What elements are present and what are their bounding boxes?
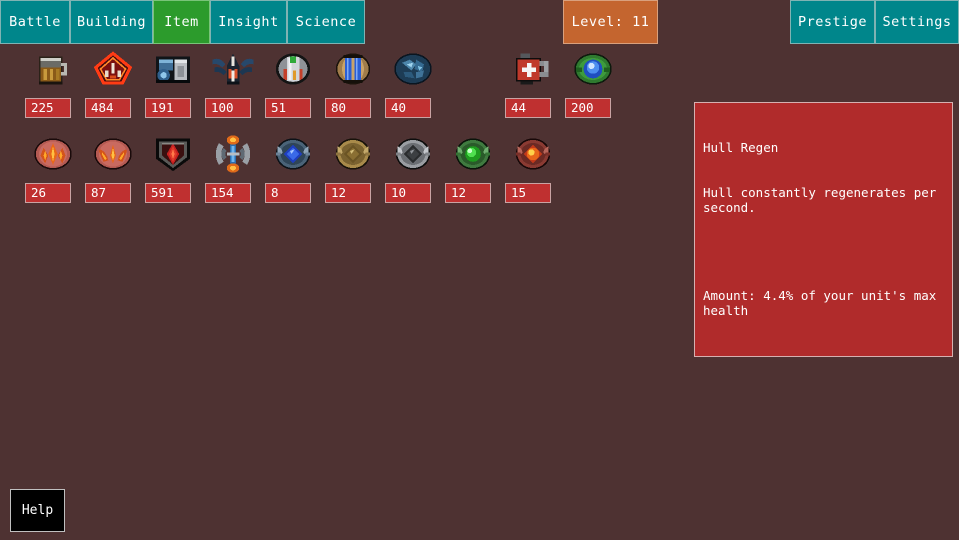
item-count-badge: 44 xyxy=(505,98,551,118)
item-slot[interactable]: 225 xyxy=(22,44,84,128)
item-slot[interactable]: 87 xyxy=(82,129,144,213)
tab-insight-label: Insight xyxy=(218,14,279,30)
tab-building-label: Building xyxy=(76,14,147,30)
tab-prestige-label: Prestige xyxy=(797,14,868,30)
item-slot[interactable]: 80 xyxy=(322,44,384,128)
tab-settings-label: Settings xyxy=(882,14,952,30)
tooltip-amount: Amount: 4.4% of your unit's max health xyxy=(703,288,944,318)
tooltip-description: Hull constantly regenerates per second. xyxy=(703,185,944,215)
tab-prestige[interactable]: Prestige xyxy=(790,0,875,44)
item-slot[interactable]: 200 xyxy=(562,44,624,128)
item-slot[interactable]: 12 xyxy=(322,129,384,213)
silver-capsule-icon[interactable] xyxy=(262,44,324,94)
item-slot[interactable]: 8 xyxy=(262,129,324,213)
tab-settings[interactable]: Settings xyxy=(875,0,959,44)
tab-science-label: Science xyxy=(295,14,357,30)
tooltip-spacer xyxy=(703,245,944,258)
item-slot[interactable]: 191 xyxy=(142,44,204,128)
item-count-badge: 80 xyxy=(325,98,371,118)
item-count-badge: 8 xyxy=(265,183,311,203)
item-tooltip: Hull Regen Hull constantly regenerates p… xyxy=(694,102,953,357)
twin-blue-rods-icon[interactable] xyxy=(322,44,384,94)
item-count-badge: 87 xyxy=(85,183,131,203)
tab-battle[interactable]: Battle xyxy=(0,0,70,44)
item-count-badge: 51 xyxy=(265,98,311,118)
item-count-badge: 191 xyxy=(145,98,191,118)
tab-insight[interactable]: Insight xyxy=(210,0,287,44)
item-slot[interactable]: 12 xyxy=(442,129,504,213)
item-slot[interactable]: 26 xyxy=(22,129,84,213)
blue-crystal-orb-icon[interactable] xyxy=(382,44,444,94)
green-gem-icon[interactable] xyxy=(442,129,504,179)
item-slot[interactable]: 15 xyxy=(502,129,564,213)
red-crown-emblem-icon[interactable] xyxy=(82,44,144,94)
top-tab-bar: Battle Building Item Insight Science Level: 1… xyxy=(0,0,959,44)
beer-mug-icon[interactable] xyxy=(22,44,84,94)
tab-item[interactable]: Item xyxy=(153,0,210,44)
item-count-badge: 15 xyxy=(505,183,551,203)
red-gem-icon[interactable] xyxy=(502,129,564,179)
red-flame-orb-icon[interactable] xyxy=(22,129,84,179)
item-slot[interactable]: 154 xyxy=(202,129,264,213)
tab-item-label: Item xyxy=(164,14,199,30)
blue-machine-block-icon[interactable] xyxy=(142,44,204,94)
item-slot[interactable]: 44 xyxy=(502,44,564,128)
item-slot[interactable]: 591 xyxy=(142,129,204,213)
tab-battle-label: Battle xyxy=(9,14,61,30)
item-count-badge: 484 xyxy=(85,98,131,118)
tab-science[interactable]: Science xyxy=(287,0,365,44)
item-slot[interactable]: 484 xyxy=(82,44,144,128)
item-count-badge: 225 xyxy=(25,98,71,118)
item-count-badge: 10 xyxy=(385,183,431,203)
winged-drone-icon[interactable] xyxy=(202,44,264,94)
level-badge-label: Level: 11 xyxy=(571,14,650,30)
item-count-badge: 12 xyxy=(445,183,491,203)
item-count-badge: 154 xyxy=(205,183,251,203)
help-button[interactable]: Help xyxy=(10,489,65,532)
gold-gem-icon[interactable] xyxy=(322,129,384,179)
blue-gem-icon[interactable] xyxy=(262,129,324,179)
blue-reactor-core-icon[interactable] xyxy=(202,129,264,179)
item-count-badge: 26 xyxy=(25,183,71,203)
item-slot[interactable]: 100 xyxy=(202,44,264,128)
tab-building[interactable]: Building xyxy=(70,0,153,44)
silver-gem-icon[interactable] xyxy=(382,129,444,179)
tooltip-title: Hull Regen xyxy=(703,140,779,155)
level-badge[interactable]: Level: 11 xyxy=(563,0,658,44)
item-count-badge: 591 xyxy=(145,183,191,203)
green-blue-orb-icon[interactable] xyxy=(562,44,624,94)
item-count-badge: 200 xyxy=(565,98,611,118)
item-count-badge: 100 xyxy=(205,98,251,118)
medkit-repair-icon[interactable] xyxy=(502,44,564,94)
red-claw-orb-icon[interactable] xyxy=(82,129,144,179)
game-screen: Battle Building Item Insight Science Level: 1… xyxy=(0,0,959,540)
item-slot[interactable]: 40 xyxy=(382,44,444,128)
help-button-label: Help xyxy=(21,503,54,518)
item-count-badge: 12 xyxy=(325,183,371,203)
item-count-badge: 40 xyxy=(385,98,431,118)
item-slot[interactable]: 51 xyxy=(262,44,324,128)
item-slot[interactable]: 10 xyxy=(382,129,444,213)
red-diamond-shield-icon[interactable] xyxy=(142,129,204,179)
